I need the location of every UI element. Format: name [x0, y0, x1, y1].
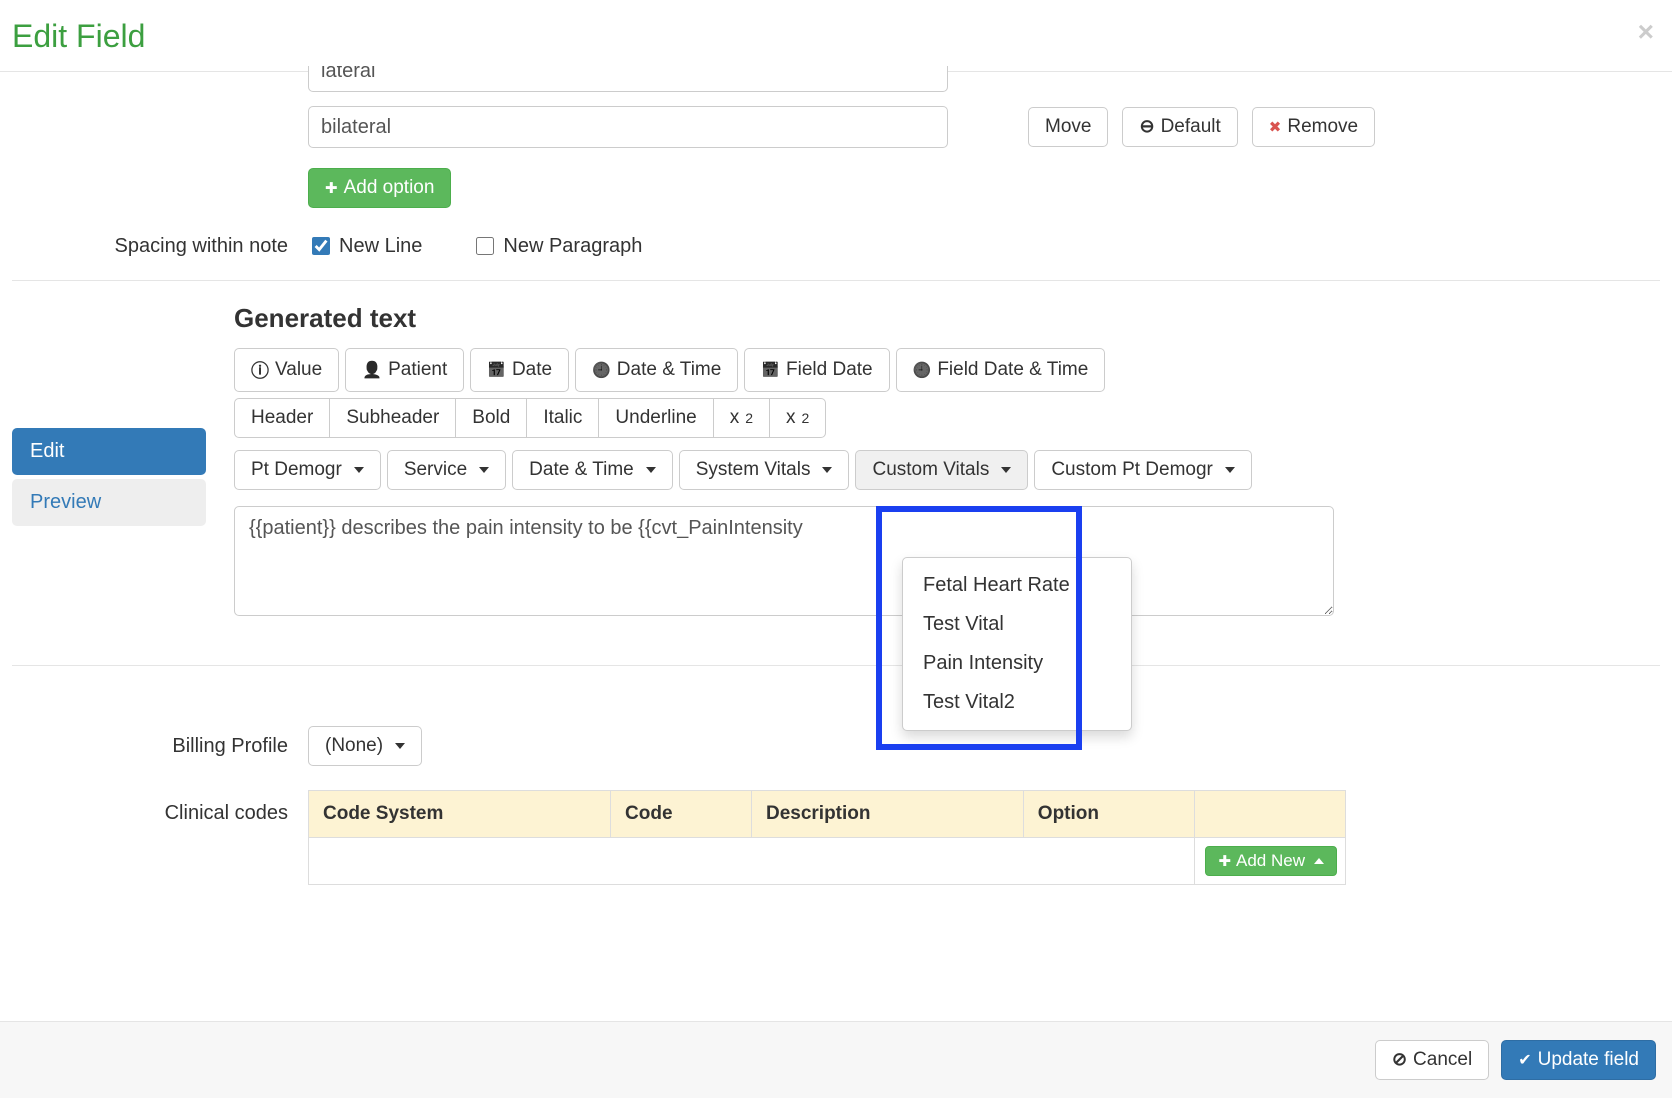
billing-profile-label: Billing Profile — [12, 735, 308, 758]
option-row: MoveDefaultRemove — [308, 66, 1660, 92]
tab-edit[interactable]: Edit — [12, 428, 206, 475]
newline-checkbox-wrap[interactable]: New Line — [308, 234, 422, 258]
insert-fielddatetime-button[interactable]: Field Date & Time — [896, 348, 1106, 392]
insert-value-button[interactable]: Value — [234, 348, 339, 392]
side-tabs: Edit Preview — [12, 428, 206, 530]
add-new-code-button[interactable]: Add New — [1205, 846, 1337, 876]
th-code: Code — [611, 791, 752, 838]
plus-icon — [325, 177, 338, 199]
th-description: Description — [751, 791, 1023, 838]
option-row: Move Default Remove — [308, 106, 1660, 148]
custom-ptdemogr-dropdown[interactable]: Custom Pt Demogr — [1034, 450, 1252, 490]
custom-vitals-menu: Fetal Heart Rate Test Vital Pain Intensi… — [902, 557, 1132, 731]
custom-vitals-item[interactable]: Test Vital2 — [903, 683, 1131, 722]
generated-text-textarea[interactable] — [234, 506, 1334, 616]
newparagraph-checkbox-wrap[interactable]: New Paragraph — [472, 234, 642, 258]
modal-footer: Cancel Update field — [0, 1021, 1672, 1098]
toolbar-format: Header Subheader Bold Italic Underline x… — [234, 398, 1660, 438]
check-icon — [1518, 1049, 1531, 1071]
format-subheader-button[interactable]: Subheader — [329, 398, 456, 438]
remove-icon — [1269, 116, 1282, 138]
move-button[interactable]: Move — [1028, 107, 1108, 147]
default-button[interactable]: Default — [1122, 107, 1237, 147]
format-header-button[interactable]: Header — [234, 398, 330, 438]
newline-label: New Line — [339, 235, 422, 258]
remove-button[interactable]: Remove — [1252, 107, 1375, 147]
modal-header: Edit Field × — [0, 0, 1672, 72]
caret-up-icon — [1314, 858, 1324, 864]
clinical-codes-label: Clinical codes — [12, 790, 308, 825]
tab-preview[interactable]: Preview — [12, 479, 206, 526]
th-codesystem: Code System — [309, 791, 611, 838]
modal-title: Edit Field — [12, 18, 1660, 55]
format-bold-button[interactable]: Bold — [455, 398, 527, 438]
insert-datetime-button[interactable]: Date & Time — [575, 348, 738, 392]
th-option: Option — [1023, 791, 1194, 838]
th-actions — [1194, 791, 1345, 838]
option-buttons: Move Default Remove — [1028, 107, 1375, 147]
service-dropdown[interactable]: Service — [387, 450, 506, 490]
insert-patient-button[interactable]: Patient — [345, 348, 464, 392]
format-superscript-button[interactable]: x2 — [769, 398, 826, 438]
generated-title: Generated text — [234, 303, 1660, 334]
plus-icon — [1218, 851, 1231, 871]
newline-checkbox[interactable] — [312, 237, 330, 255]
custom-vitals-dropdown[interactable]: Custom Vitals — [855, 450, 1028, 490]
insert-fielddate-button[interactable]: Field Date — [744, 348, 889, 392]
clock-icon — [592, 359, 611, 381]
update-field-button[interactable]: Update field — [1501, 1040, 1656, 1080]
system-vitals-dropdown[interactable]: System Vitals — [679, 450, 850, 490]
datetime-dropdown[interactable]: Date & Time — [512, 450, 673, 490]
modal-body: MoveDefaultRemove Move Default Remove Ad… — [0, 66, 1672, 1005]
toolbar-insert: Value Patient Date Date & Time Field Dat… — [234, 348, 1660, 392]
ptdemogr-dropdown[interactable]: Pt Demogr — [234, 450, 381, 490]
add-option-button[interactable]: Add option — [308, 168, 451, 208]
caret-down-icon — [479, 467, 489, 473]
info-icon — [251, 357, 269, 383]
user-icon — [362, 359, 382, 381]
caret-down-icon — [354, 467, 364, 473]
calendar-icon — [761, 359, 780, 381]
custom-vitals-item[interactable]: Fetal Heart Rate — [903, 566, 1131, 605]
minus-circle-icon — [1139, 116, 1154, 138]
calendar-icon — [487, 359, 506, 381]
insert-date-button[interactable]: Date — [470, 348, 569, 392]
option-input[interactable] — [308, 106, 948, 148]
ban-icon — [1392, 1049, 1407, 1071]
option-input[interactable] — [308, 66, 948, 92]
spacing-row: Spacing within note New Line New Paragra… — [12, 234, 1660, 258]
billing-profile-row: Billing Profile (None) — [12, 726, 1660, 766]
clock-icon — [913, 359, 932, 381]
add-option-row: Add option — [308, 168, 1660, 208]
table-header-row: Code System Code Description Option — [309, 791, 1346, 838]
format-italic-button[interactable]: Italic — [526, 398, 599, 438]
modal-edit-field: Edit Field × MoveDefaultRemove Move Defa… — [0, 0, 1672, 1098]
clinical-codes-table: Code System Code Description Option Add … — [308, 790, 1346, 885]
spacing-label: Spacing within note — [12, 235, 308, 258]
billing-profile-dropdown[interactable]: (None) — [308, 726, 422, 766]
custom-vitals-item[interactable]: Test Vital — [903, 605, 1131, 644]
toolbar-dropdowns: Pt Demogr Service Date & Time System Vit… — [234, 444, 1660, 490]
close-icon[interactable]: × — [1638, 16, 1654, 48]
clinical-codes-row: Clinical codes Code System Code Descript… — [12, 790, 1660, 885]
newparagraph-checkbox[interactable] — [476, 237, 494, 255]
caret-down-icon — [1225, 467, 1235, 473]
caret-down-icon — [1001, 467, 1011, 473]
newparagraph-label: New Paragraph — [503, 235, 642, 258]
table-row: Add New — [309, 838, 1346, 885]
format-subscript-button[interactable]: x2 — [713, 398, 770, 438]
custom-vitals-item[interactable]: Pain Intensity — [903, 644, 1131, 683]
caret-down-icon — [646, 467, 656, 473]
format-underline-button[interactable]: Underline — [598, 398, 713, 438]
caret-down-icon — [822, 467, 832, 473]
caret-down-icon — [395, 743, 405, 749]
cancel-button[interactable]: Cancel — [1375, 1040, 1489, 1080]
